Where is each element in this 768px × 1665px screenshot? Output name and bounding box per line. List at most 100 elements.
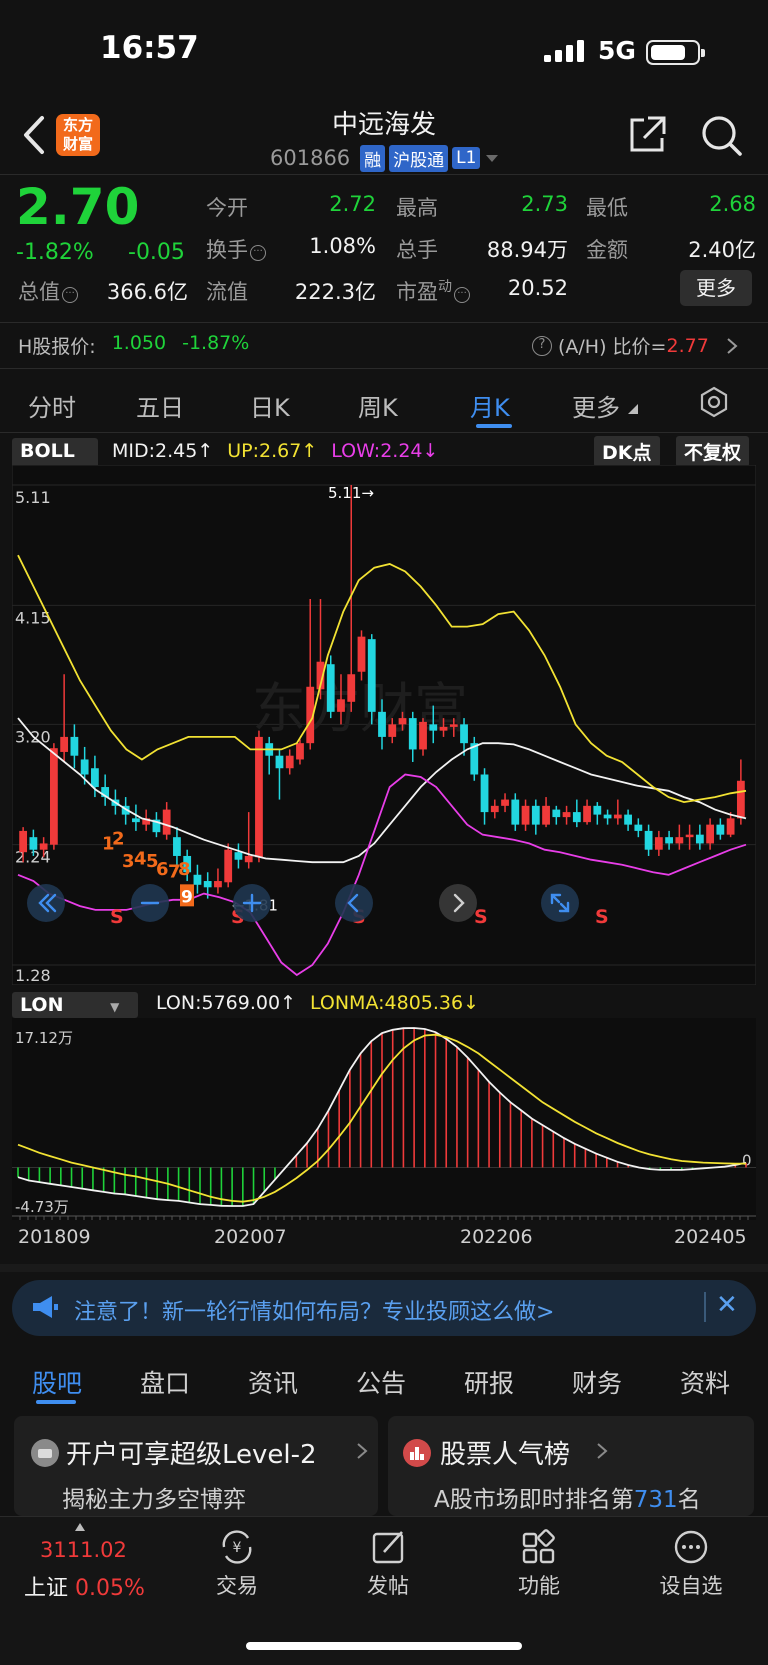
nav-functions[interactable]: 功能 (499, 1570, 579, 1600)
float-value-label: 流值 (206, 280, 248, 304)
tab-more[interactable]: 更多 (572, 388, 620, 423)
candle-body (695, 834, 704, 844)
info-icon[interactable]: ··· (250, 245, 266, 261)
candle-body (255, 736, 263, 858)
y-tick-label: 17.12万 (15, 1029, 73, 1047)
level2-icon (31, 1439, 59, 1467)
candle-body (60, 736, 69, 752)
compose-icon[interactable] (370, 1528, 408, 1566)
candle-body (501, 799, 509, 806)
nav-add-watchlist[interactable]: 设自选 (651, 1570, 731, 1600)
candle-body (214, 881, 222, 888)
x-tick-label: 202007 (214, 1226, 287, 1248)
high-value: 2.73 (521, 192, 568, 216)
nav-trade[interactable]: 交易 (197, 1570, 277, 1600)
divider (0, 174, 768, 175)
pan-left-icon[interactable] (335, 884, 373, 922)
trade-icon[interactable]: ¥ (218, 1528, 256, 1566)
change-percent: -1.82% (16, 240, 94, 265)
candle-body (19, 830, 28, 853)
volume-value: 88.94万 (486, 238, 568, 262)
candle-body (162, 809, 171, 835)
ah-ratio-row[interactable]: ? (A/H) 比价= 2.77 (530, 332, 739, 359)
functions-icon[interactable] (520, 1528, 558, 1566)
chevron-right-icon (727, 337, 738, 354)
level-tag: L1 (452, 147, 481, 169)
low-label: 最低 (586, 196, 628, 220)
candle-body (388, 724, 397, 737)
gear-icon[interactable] (698, 386, 730, 418)
nav-post[interactable]: 发帖 (348, 1570, 428, 1600)
candle-body (634, 824, 643, 831)
caret-up-icon (75, 1523, 85, 1531)
max-price-annotation: 5.11→ (328, 484, 374, 502)
tab-order-book[interactable]: 盘口 (140, 1364, 190, 1400)
tab-financials[interactable]: 财务 (572, 1364, 622, 1400)
double-left-icon[interactable] (27, 884, 65, 922)
index-value[interactable]: 3111.02 (40, 1538, 127, 1562)
candle-body (583, 805, 591, 823)
candle-body (593, 805, 602, 815)
td-count-label: 2 (112, 829, 125, 850)
chevron-right-icon (357, 1443, 368, 1459)
h-share-row[interactable]: H股报价: 1.050 -1.87% (18, 332, 249, 359)
candle-body (398, 718, 407, 725)
help-icon[interactable]: ? (532, 335, 552, 356)
x-tick-label: 201809 (18, 1226, 91, 1248)
candle-body (449, 724, 458, 727)
lon-indicator-selector[interactable]: LON ▼ (12, 992, 138, 1018)
info-icon[interactable]: ··· (62, 287, 78, 303)
tab-daily-k[interactable]: 日K (250, 388, 290, 423)
card-subtitle: 揭秘主力多空博弈 (62, 1487, 246, 1513)
sell-signal: S (474, 906, 488, 928)
candle-body (480, 774, 489, 813)
more-dots-icon[interactable] (672, 1528, 710, 1566)
fullscreen-icon[interactable] (541, 884, 579, 922)
candle-body (531, 805, 540, 825)
tab-forum[interactable]: 股吧 (32, 1364, 82, 1400)
pan-right-icon[interactable] (439, 884, 477, 922)
candle-body (80, 759, 89, 775)
caret-down-icon[interactable] (484, 152, 500, 164)
sell-signal: S (110, 906, 124, 928)
candle-body (285, 755, 294, 769)
tab-research[interactable]: 研报 (464, 1364, 514, 1400)
tab-intraday[interactable]: 分时 (28, 388, 76, 423)
tab-announcements[interactable]: 公告 (356, 1364, 406, 1400)
y-tick-label: 5.11 (15, 488, 51, 507)
svg-text:¥: ¥ (233, 1540, 242, 1556)
td-count-label: 8 (178, 859, 191, 880)
stock-code: 601866 (270, 146, 351, 170)
amount-label: 金额 (586, 238, 628, 262)
close-icon[interactable]: ✕ (716, 1290, 738, 1320)
share-icon[interactable] (626, 114, 668, 156)
tab-monthly-k[interactable]: 月K (470, 388, 510, 423)
turnover-label: 换手 ··· (206, 234, 266, 264)
total-value: 366.6亿 (106, 280, 188, 304)
zoom-in-icon[interactable] (233, 884, 271, 922)
tab-news[interactable]: 资讯 (248, 1364, 298, 1400)
banner-text[interactable]: 注意了！新一轮行情如何布局？专业投顾这么做> (74, 1294, 554, 1326)
zoom-out-icon[interactable] (131, 884, 169, 922)
tab-weekly-k[interactable]: 周K (358, 388, 398, 423)
info-icon[interactable]: ··· (454, 287, 470, 303)
dk-point-button[interactable]: DK点 (594, 436, 660, 467)
search-icon[interactable] (700, 114, 744, 158)
candle-body (193, 874, 202, 885)
adjust-button[interactable]: 不复权 (676, 436, 750, 467)
kline-chart[interactable]: 5.114.153.202.241.28东方财富5.11→←1.81123456… (12, 465, 756, 985)
tab-five-day[interactable]: 五日 (136, 388, 184, 423)
candle-body (644, 830, 653, 850)
high-label: 最高 (396, 196, 438, 220)
candle-body (665, 837, 673, 844)
divider (0, 432, 768, 433)
more-button[interactable]: 更多 (680, 270, 752, 306)
megaphone-icon (33, 1296, 58, 1318)
candle-body (624, 814, 632, 825)
td-count-label: 3 (122, 851, 135, 872)
tab-profile[interactable]: 资料 (680, 1364, 730, 1400)
ah-ratio-value: 2.77 (666, 334, 709, 357)
index-ticker[interactable]: 上证 0.05% (24, 1570, 145, 1602)
candle-body (706, 824, 715, 844)
lon-chart[interactable]: 17.12万0-4.73万 (12, 1018, 756, 1220)
